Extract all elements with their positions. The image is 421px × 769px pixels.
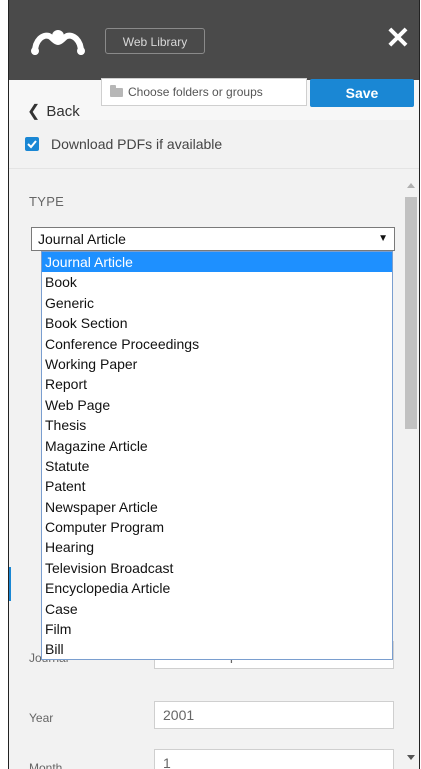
type-option[interactable]: Encyclopedia Article xyxy=(42,578,392,598)
type-option[interactable]: Hearing xyxy=(42,537,392,557)
scrollbar-thumb[interactable] xyxy=(405,197,417,429)
obscured-field-labels xyxy=(9,169,39,769)
type-option[interactable]: Computer Program xyxy=(42,517,392,537)
month-label: Month xyxy=(29,761,63,769)
save-button[interactable]: Save xyxy=(310,79,414,107)
type-option[interactable]: Working Paper xyxy=(42,354,392,374)
type-select[interactable]: Journal Article ▼ xyxy=(31,227,395,251)
download-pdfs-label: Download PDFs if available xyxy=(51,136,223,152)
vertical-scrollbar[interactable] xyxy=(402,169,419,769)
dropdown-arrow-icon: ▼ xyxy=(378,233,388,244)
close-icon[interactable]: ✕ xyxy=(383,22,413,56)
mendeley-logo-icon xyxy=(31,30,85,55)
type-option[interactable]: Magazine Article xyxy=(42,436,392,456)
type-option[interactable]: Case xyxy=(42,599,392,619)
type-option[interactable]: Conference Proceedings xyxy=(42,334,392,354)
type-option[interactable]: Thesis xyxy=(42,415,392,435)
year-label: Year xyxy=(29,711,54,725)
folder-picker-input[interactable]: Choose folders or groups xyxy=(101,78,307,106)
checkmark-icon xyxy=(27,140,37,149)
type-option[interactable]: Television Broadcast xyxy=(42,558,392,578)
mendeley-importer-panel: Web Library ✕ ❮ Back Choose folders or gr… xyxy=(8,0,420,769)
type-option[interactable]: Web Page xyxy=(42,395,392,415)
folder-icon xyxy=(110,85,123,97)
type-option[interactable]: Newspaper Article xyxy=(42,497,392,517)
scroll-down-arrow-icon[interactable] xyxy=(407,755,415,760)
back-label: Back xyxy=(46,103,80,120)
chevron-left-icon: ❮ xyxy=(27,103,41,120)
download-pdfs-row: Download PDFs if available xyxy=(9,120,419,169)
year-field[interactable]: 2001 xyxy=(154,701,394,729)
type-option[interactable]: Statute xyxy=(42,456,392,476)
scroll-up-arrow-icon[interactable] xyxy=(407,183,415,188)
type-option[interactable]: Book xyxy=(42,272,392,292)
type-option[interactable]: Film xyxy=(42,619,392,639)
active-field-indicator xyxy=(9,567,11,601)
folder-placeholder: Choose folders or groups xyxy=(128,85,263,99)
type-option[interactable]: Generic xyxy=(42,293,392,313)
month-field[interactable]: 1 xyxy=(154,749,394,769)
form-content: TYPE Journal Article ▼ Journal Article B… xyxy=(9,169,402,769)
type-dropdown-list: Journal Article Book Generic Book Sectio… xyxy=(41,251,393,660)
web-library-button[interactable]: Web Library xyxy=(105,28,205,54)
type-option[interactable]: Bill xyxy=(42,639,392,659)
type-option[interactable]: Book Section xyxy=(42,313,392,333)
type-option[interactable]: Journal Article xyxy=(42,252,392,273)
download-pdfs-checkbox[interactable] xyxy=(25,137,39,151)
type-option[interactable]: Patent xyxy=(42,476,392,496)
top-bar: Web Library ✕ xyxy=(9,0,419,80)
type-select-value: Journal Article xyxy=(38,231,126,247)
type-option[interactable]: Report xyxy=(42,374,392,394)
